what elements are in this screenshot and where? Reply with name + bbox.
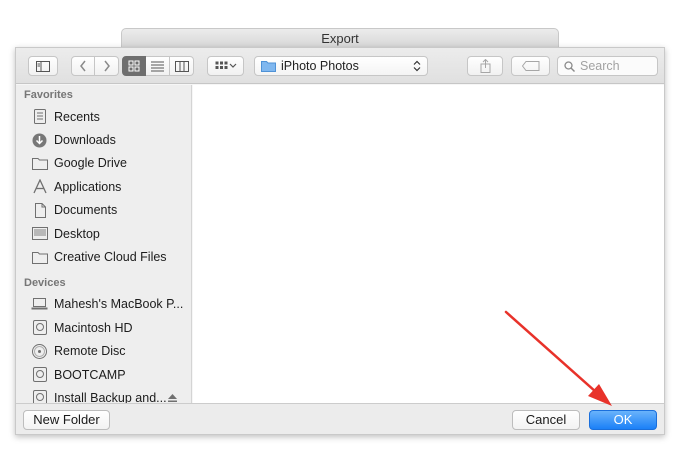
clock-icon [31,109,48,125]
document-icon [31,202,48,218]
back-button[interactable] [71,56,95,76]
tag-button[interactable] [511,56,550,76]
bottom-bar: New Folder Cancel OK [16,403,664,434]
icon-view-button[interactable] [122,56,146,76]
download-icon [31,132,48,148]
column-view-button[interactable] [170,56,194,76]
favorites-header: Favorites [24,89,73,101]
chevron-updown-icon [413,60,421,72]
view-mode-control [122,56,194,76]
disk-icon [31,390,48,403]
sidebar-item-google-drive[interactable]: Google Drive [16,152,191,175]
sidebar-item-macbook[interactable]: Mahesh's MacBook P... [16,293,191,316]
file-browser-area[interactable] [193,85,664,403]
sidebar-item-macintosh-hd[interactable]: Macintosh HD [16,316,191,339]
sidebar-item-bootcamp[interactable]: BOOTCAMP [16,363,191,386]
sidebar-item-creative-cloud-files[interactable]: Creative Cloud Files [16,245,191,268]
folder-icon [31,249,48,265]
arrange-button[interactable] [207,56,244,76]
sidebar-item-desktop[interactable]: Desktop [16,222,191,245]
window-title: Export [121,28,559,48]
eject-icon[interactable] [168,393,177,402]
applications-icon [31,179,48,195]
tag-icon [521,61,539,71]
toolbar: iPhoto Photos Search [16,48,664,84]
disk-icon [31,367,48,383]
share-button[interactable] [467,56,503,76]
cancel-button[interactable]: Cancel [512,410,580,430]
desktop-icon [31,226,48,242]
devices-header: Devices [24,276,66,289]
grid-arrange-icon [215,61,236,69]
sidebar-item-applications[interactable]: Applications [16,175,191,198]
search-field[interactable]: Search [557,56,658,76]
share-icon [480,59,490,73]
search-placeholder: Search [580,59,620,73]
disk-icon [31,320,48,336]
export-dialog: iPhoto Photos Search Favorites Recents D… [15,47,665,435]
ok-button[interactable]: OK [589,410,657,430]
list-icon [151,61,164,71]
sidebar-item-install-backup[interactable]: Install Backup and... [16,386,191,403]
folder-icon [31,155,48,171]
columns-icon [174,60,189,72]
nav-buttons [71,56,119,76]
sidebar-item-remote-disc[interactable]: Remote Disc [16,340,191,363]
search-icon [564,60,575,72]
folder-icon [261,61,276,72]
sidebar-toggle-button[interactable] [28,56,58,76]
laptop-icon [31,296,48,312]
sidebar: Favorites Recents Downloads Google Drive… [16,85,192,403]
sidebar-item-documents[interactable]: Documents [16,199,191,222]
sidebar-icon [36,60,50,72]
grid-icon [128,60,140,72]
location-label: iPhoto Photos [281,59,359,73]
chevron-right-icon [103,60,110,72]
list-view-button[interactable] [146,56,170,76]
chevron-left-icon [80,60,86,72]
forward-button[interactable] [95,56,119,76]
sidebar-item-downloads[interactable]: Downloads [16,128,191,151]
new-folder-button[interactable]: New Folder [23,410,110,430]
location-popup[interactable]: iPhoto Photos [254,56,428,76]
sidebar-item-recents[interactable]: Recents [16,105,191,128]
disc-icon [31,343,48,359]
